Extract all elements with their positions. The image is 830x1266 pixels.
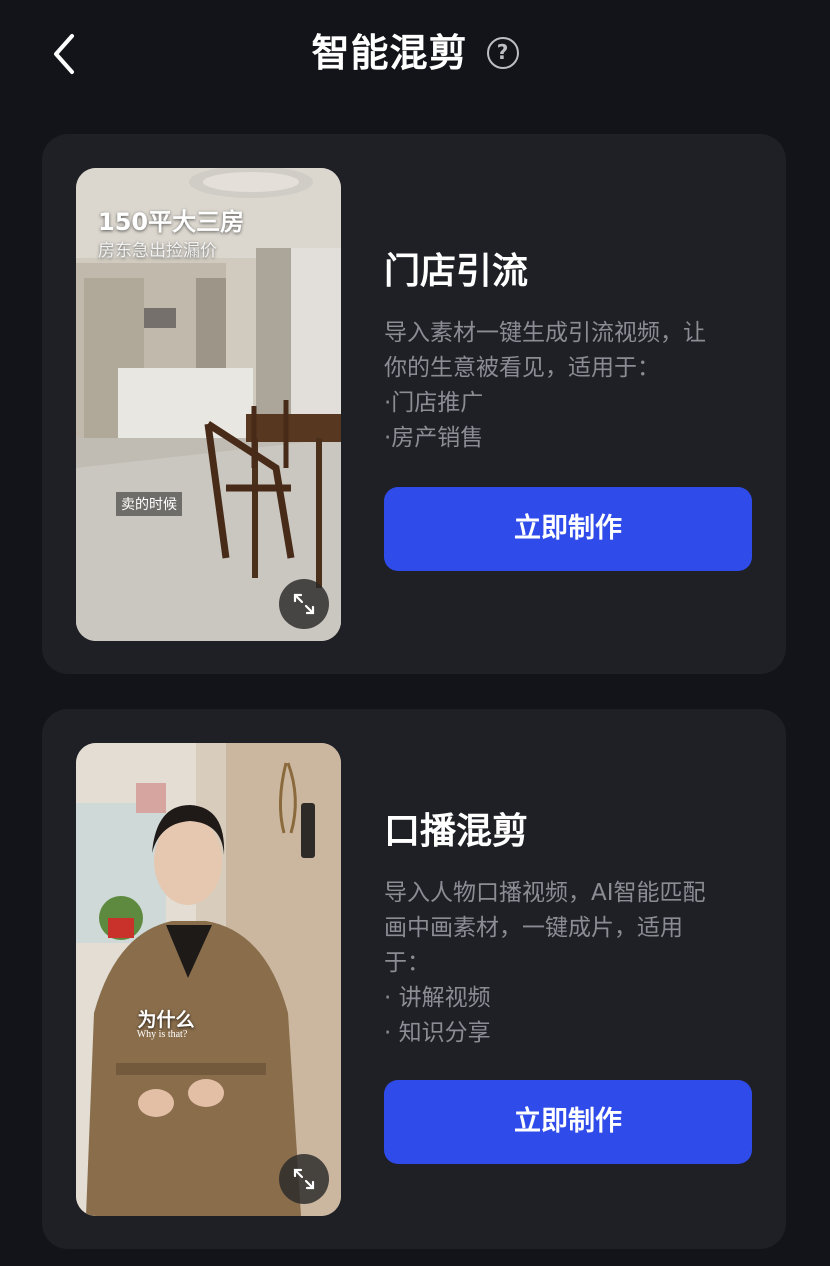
expand-icon[interactable] bbox=[279, 1154, 329, 1204]
description-line: · 知识分享 bbox=[384, 1020, 491, 1046]
card-info: 口播混剪 导入人物口播视频，AI智能匹配 画中画素材，一键成片，适用 于： · … bbox=[384, 802, 752, 1051]
create-now-button[interactable]: 立即制作 bbox=[384, 1080, 752, 1164]
thumbnail-caption-english: Why is that? bbox=[136, 1029, 188, 1040]
thumbnail-title: 150平大三房 bbox=[98, 208, 245, 236]
expand-icon[interactable] bbox=[279, 579, 329, 629]
video-thumbnail-store[interactable]: 150平大三房 房东急出捡漏价 卖的时候 bbox=[76, 168, 341, 641]
thumbnail-caption: 为什么 bbox=[137, 1009, 195, 1031]
card-heading: 口播混剪 bbox=[384, 811, 529, 852]
description-line: 导入素材一键生成引流视频，让 bbox=[384, 320, 706, 346]
card-description: 导入素材一键生成引流视频，让 你的生意被看见，适用于： ·门店推广 ·房产销售 bbox=[384, 316, 752, 456]
description-line: ·门店推广 bbox=[384, 390, 484, 416]
top-bar: 智能混剪 ? bbox=[0, 0, 830, 110]
presenter-scene-image bbox=[76, 743, 341, 1216]
thumbnail-caption: 卖的时候 bbox=[116, 492, 182, 516]
description-line: 于： bbox=[384, 950, 430, 976]
description-line: · 讲解视频 bbox=[384, 985, 491, 1011]
card-info: 门店引流 导入素材一键生成引流视频，让 你的生意被看见，适用于： ·门店推广 ·… bbox=[384, 242, 752, 456]
description-line: 导入人物口播视频，AI智能匹配 bbox=[384, 880, 706, 906]
create-now-button[interactable]: 立即制作 bbox=[384, 487, 752, 571]
page-title: 智能混剪 bbox=[311, 31, 468, 75]
title-group: 智能混剪 ? bbox=[0, 28, 830, 78]
help-icon[interactable]: ? bbox=[486, 37, 519, 69]
description-line: ·房产销售 bbox=[384, 425, 484, 451]
template-card-store-traffic: 150平大三房 房东急出捡漏价 卖的时候 门店引流 导入素材一键生成引流视频，让… bbox=[42, 134, 786, 674]
template-card-talking-head: 为什么 Why is that? 口播混剪 导入人物口播视频，AI智能匹配 画中… bbox=[42, 709, 786, 1249]
thumbnail-subtitle: 房东急出捡漏价 bbox=[98, 241, 217, 261]
video-thumbnail-talking[interactable]: 为什么 Why is that? bbox=[76, 743, 341, 1216]
card-heading: 门店引流 bbox=[384, 251, 529, 292]
card-description: 导入人物口播视频，AI智能匹配 画中画素材，一键成片，适用 于： · 讲解视频 … bbox=[384, 876, 752, 1051]
description-line: 画中画素材，一键成片，适用 bbox=[384, 915, 683, 941]
description-line: 你的生意被看见，适用于： bbox=[384, 355, 660, 381]
